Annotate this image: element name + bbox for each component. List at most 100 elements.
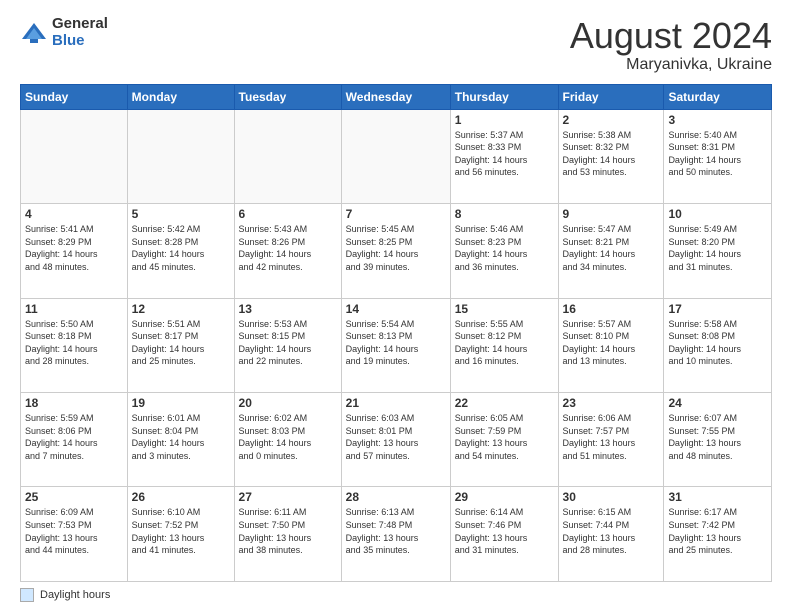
day-detail: Sunrise: 6:13 AM Sunset: 7:48 PM Dayligh… — [346, 506, 446, 556]
day-number: 4 — [25, 207, 123, 221]
calendar-day-cell: 20 Sunrise: 6:02 AM Sunset: 8:03 PM Dayli… — [234, 393, 341, 487]
day-number: 11 — [25, 302, 123, 316]
calendar-day-cell — [341, 109, 450, 203]
day-detail: Sunrise: 5:49 AM Sunset: 8:20 PM Dayligh… — [668, 223, 767, 273]
day-detail: Sunrise: 6:02 AM Sunset: 8:03 PM Dayligh… — [239, 412, 337, 462]
calendar-week-row: 11Sunrise: 5:50 AM Sunset: 8:18 PM Dayli… — [21, 298, 772, 392]
day-number: 5 — [132, 207, 230, 221]
day-number: 27 — [239, 490, 337, 504]
day-number: 12 — [132, 302, 230, 316]
calendar-day-cell: 12 Sunrise: 5:51 AM Sunset: 8:17 PM Dayli… — [127, 298, 234, 392]
calendar-day-cell: 30 Sunrise: 6:15 AM Sunset: 7:44 PM Dayli… — [558, 487, 664, 582]
day-detail: Sunrise: 5:41 AM Sunset: 8:29 PM Dayligh… — [25, 223, 123, 273]
day-detail: Sunrise: 6:09 AM Sunset: 7:53 PM Dayligh… — [25, 506, 123, 556]
calendar-day-cell: 6 Sunrise: 5:43 AM Sunset: 8:26 PM Daylig… — [234, 204, 341, 298]
day-number: 10 — [668, 207, 767, 221]
day-number: 16 — [563, 302, 660, 316]
day-number: 23 — [563, 396, 660, 410]
logo-general-text: General — [52, 16, 108, 33]
day-detail: Sunrise: 5:38 AM Sunset: 8:32 PM Dayligh… — [563, 129, 660, 179]
day-detail: Sunrise: 6:01 AM Sunset: 8:04 PM Dayligh… — [132, 412, 230, 462]
calendar-day-header: Saturday — [664, 84, 772, 109]
day-number: 14 — [346, 302, 446, 316]
day-detail: Sunrise: 5:59 AM Sunset: 8:06 PM Dayligh… — [25, 412, 123, 462]
logo-blue-text: Blue — [52, 33, 108, 50]
calendar-day-cell: 18 Sunrise: 5:59 AM Sunset: 8:06 PM Dayli… — [21, 393, 128, 487]
day-detail: Sunrise: 5:55 AM Sunset: 8:12 PM Dayligh… — [455, 318, 554, 368]
day-number: 22 — [455, 396, 554, 410]
day-detail: Sunrise: 6:10 AM Sunset: 7:52 PM Dayligh… — [132, 506, 230, 556]
calendar-day-cell: 23Sunrise: 6:06 AM Sunset: 7:57 PM Dayli… — [558, 393, 664, 487]
day-number: 21 — [346, 396, 446, 410]
day-number: 13 — [239, 302, 337, 316]
calendar-day-cell: 11Sunrise: 5:50 AM Sunset: 8:18 PM Dayli… — [21, 298, 128, 392]
title-block: August 2024 Maryanivka, Ukraine — [570, 16, 772, 74]
calendar-day-cell: 4 Sunrise: 5:41 AM Sunset: 8:29 PM Daylig… — [21, 204, 128, 298]
day-number: 9 — [563, 207, 660, 221]
location: Maryanivka, Ukraine — [570, 56, 772, 74]
calendar-day-cell — [21, 109, 128, 203]
calendar-day-cell: 14 Sunrise: 5:54 AM Sunset: 8:13 PM Dayli… — [341, 298, 450, 392]
day-number: 30 — [563, 490, 660, 504]
day-number: 29 — [455, 490, 554, 504]
calendar-day-cell: 22 Sunrise: 6:05 AM Sunset: 7:59 PM Dayli… — [450, 393, 558, 487]
logo-icon — [20, 19, 48, 47]
calendar-day-header: Thursday — [450, 84, 558, 109]
day-detail: Sunrise: 6:15 AM Sunset: 7:44 PM Dayligh… — [563, 506, 660, 556]
calendar-day-cell: 29Sunrise: 6:14 AM Sunset: 7:46 PM Dayli… — [450, 487, 558, 582]
day-detail: Sunrise: 5:43 AM Sunset: 8:26 PM Dayligh… — [239, 223, 337, 273]
logo: General Blue — [20, 16, 108, 49]
day-detail: Sunrise: 5:54 AM Sunset: 8:13 PM Dayligh… — [346, 318, 446, 368]
day-detail: Sunrise: 5:53 AM Sunset: 8:15 PM Dayligh… — [239, 318, 337, 368]
calendar-day-cell: 9 Sunrise: 5:47 AM Sunset: 8:21 PM Daylig… — [558, 204, 664, 298]
day-number: 28 — [346, 490, 446, 504]
calendar-day-cell: 5 Sunrise: 5:42 AM Sunset: 8:28 PM Daylig… — [127, 204, 234, 298]
calendar-day-header: Monday — [127, 84, 234, 109]
day-detail: Sunrise: 5:40 AM Sunset: 8:31 PM Dayligh… — [668, 129, 767, 179]
legend: Daylight hours — [20, 588, 772, 602]
calendar-day-cell: 26 Sunrise: 6:10 AM Sunset: 7:52 PM Dayli… — [127, 487, 234, 582]
day-number: 3 — [668, 113, 767, 127]
calendar-week-row: 18 Sunrise: 5:59 AM Sunset: 8:06 PM Dayli… — [21, 393, 772, 487]
calendar-day-cell: 24Sunrise: 6:07 AM Sunset: 7:55 PM Dayli… — [664, 393, 772, 487]
day-detail: Sunrise: 5:42 AM Sunset: 8:28 PM Dayligh… — [132, 223, 230, 273]
day-detail: Sunrise: 5:46 AM Sunset: 8:23 PM Dayligh… — [455, 223, 554, 273]
calendar-day-header: Sunday — [21, 84, 128, 109]
calendar-day-header: Friday — [558, 84, 664, 109]
day-number: 26 — [132, 490, 230, 504]
day-number: 18 — [25, 396, 123, 410]
day-number: 7 — [346, 207, 446, 221]
calendar-day-cell: 7Sunrise: 5:45 AM Sunset: 8:25 PM Daylig… — [341, 204, 450, 298]
calendar-day-cell: 27 Sunrise: 6:11 AM Sunset: 7:50 PM Dayli… — [234, 487, 341, 582]
day-detail: Sunrise: 5:51 AM Sunset: 8:17 PM Dayligh… — [132, 318, 230, 368]
day-detail: Sunrise: 5:47 AM Sunset: 8:21 PM Dayligh… — [563, 223, 660, 273]
calendar-day-cell: 16 Sunrise: 5:57 AM Sunset: 8:10 PM Dayli… — [558, 298, 664, 392]
day-number: 1 — [455, 113, 554, 127]
day-number: 20 — [239, 396, 337, 410]
calendar-week-row: 25Sunrise: 6:09 AM Sunset: 7:53 PM Dayli… — [21, 487, 772, 582]
day-detail: Sunrise: 6:11 AM Sunset: 7:50 PM Dayligh… — [239, 506, 337, 556]
day-number: 24 — [668, 396, 767, 410]
calendar-day-cell: 31Sunrise: 6:17 AM Sunset: 7:42 PM Dayli… — [664, 487, 772, 582]
day-detail: Sunrise: 6:17 AM Sunset: 7:42 PM Dayligh… — [668, 506, 767, 556]
day-detail: Sunrise: 5:57 AM Sunset: 8:10 PM Dayligh… — [563, 318, 660, 368]
day-detail: Sunrise: 6:03 AM Sunset: 8:01 PM Dayligh… — [346, 412, 446, 462]
day-detail: Sunrise: 5:58 AM Sunset: 8:08 PM Dayligh… — [668, 318, 767, 368]
day-detail: Sunrise: 6:05 AM Sunset: 7:59 PM Dayligh… — [455, 412, 554, 462]
calendar-week-row: 4 Sunrise: 5:41 AM Sunset: 8:29 PM Daylig… — [21, 204, 772, 298]
legend-box — [20, 588, 34, 602]
calendar: SundayMondayTuesdayWednesdayThursdayFrid… — [20, 84, 772, 582]
page: General Blue August 2024 Maryanivka, Ukr… — [0, 0, 792, 612]
day-number: 8 — [455, 207, 554, 221]
calendar-day-cell: 28 Sunrise: 6:13 AM Sunset: 7:48 PM Dayli… — [341, 487, 450, 582]
calendar-day-cell: 15 Sunrise: 5:55 AM Sunset: 8:12 PM Dayli… — [450, 298, 558, 392]
day-number: 6 — [239, 207, 337, 221]
calendar-day-cell: 25Sunrise: 6:09 AM Sunset: 7:53 PM Dayli… — [21, 487, 128, 582]
day-number: 15 — [455, 302, 554, 316]
calendar-day-cell: 8 Sunrise: 5:46 AM Sunset: 8:23 PM Daylig… — [450, 204, 558, 298]
day-number: 2 — [563, 113, 660, 127]
calendar-day-cell — [234, 109, 341, 203]
calendar-day-header: Wednesday — [341, 84, 450, 109]
day-detail: Sunrise: 5:37 AM Sunset: 8:33 PM Dayligh… — [455, 129, 554, 179]
header: General Blue August 2024 Maryanivka, Ukr… — [20, 16, 772, 74]
